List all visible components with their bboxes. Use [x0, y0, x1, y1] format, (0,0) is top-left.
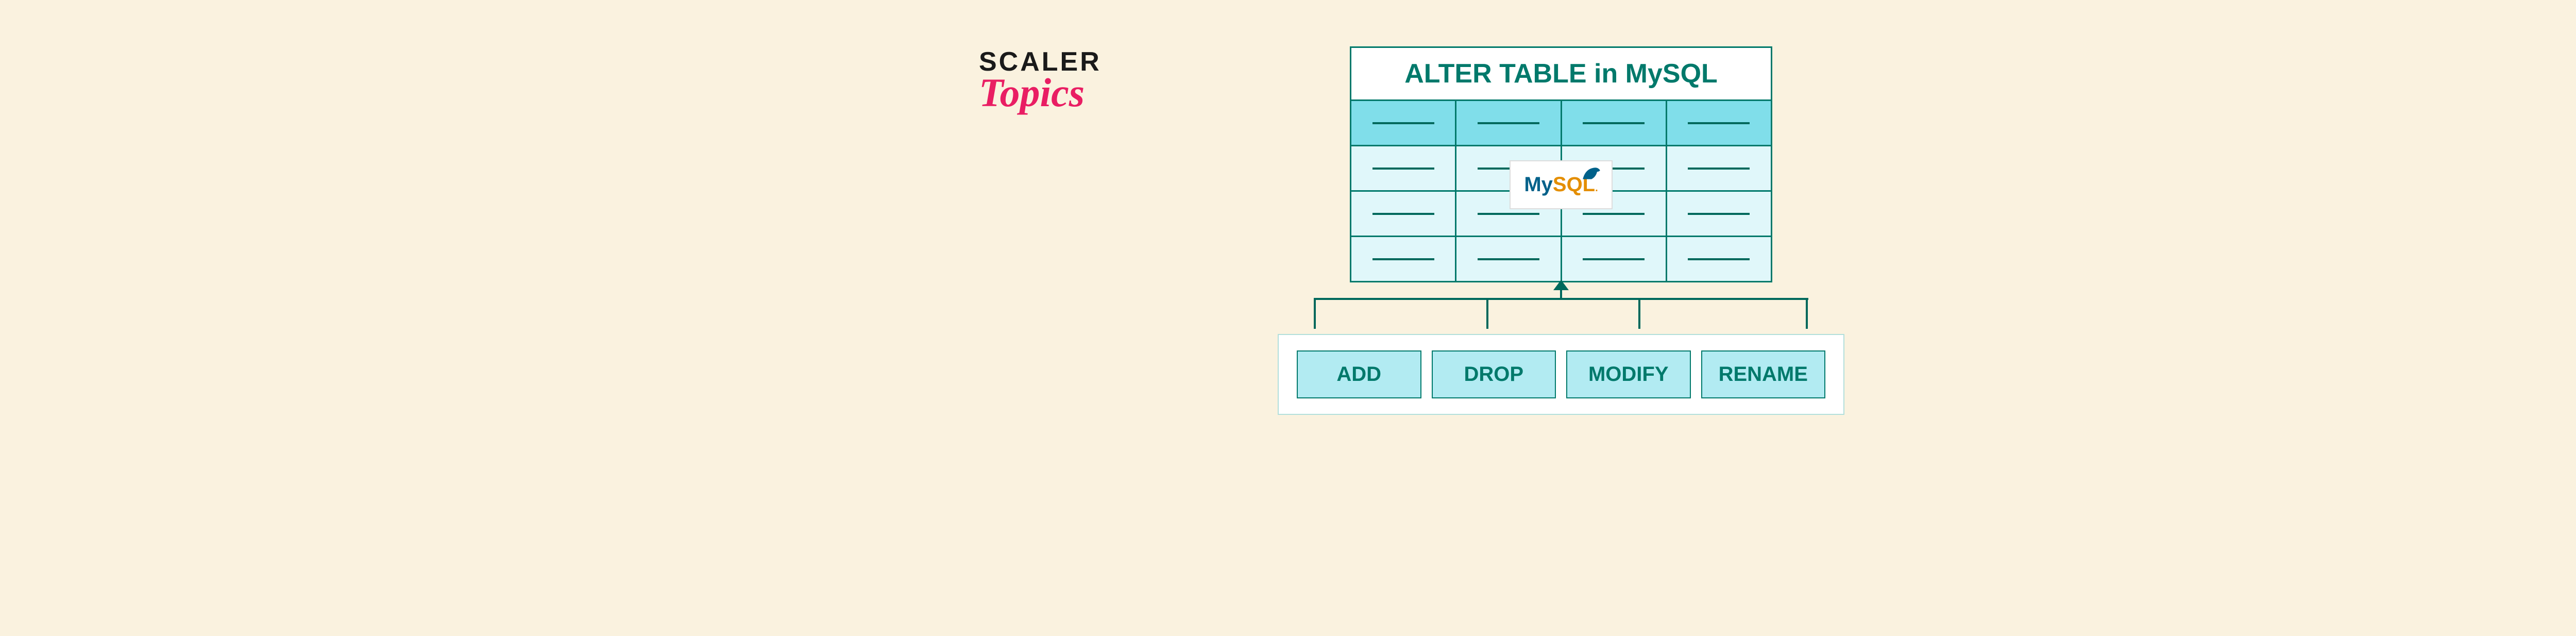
- body-cell: [1351, 146, 1456, 190]
- scaler-logo: SCALER Topics: [979, 46, 1101, 116]
- placeholder-line: [1688, 258, 1750, 260]
- connector-lines: [1278, 282, 1844, 334]
- operation-add: ADD: [1297, 350, 1421, 398]
- operations-container: ADD DROP MODIFY RENAME: [1278, 334, 1844, 415]
- placeholder-line: [1478, 213, 1539, 215]
- diagram-title: ALTER TABLE in MySQL: [1404, 59, 1718, 89]
- operation-drop: DROP: [1432, 350, 1556, 398]
- placeholder-line: [1372, 122, 1434, 124]
- placeholder-line: [1688, 213, 1750, 215]
- mysql-logo-badge: MySQL.: [1510, 160, 1613, 209]
- body-cell: [1351, 237, 1456, 281]
- placeholder-line: [1583, 122, 1645, 124]
- mysql-my-text: My: [1524, 173, 1553, 196]
- connector-drop: [1314, 298, 1316, 329]
- placeholder-line: [1478, 122, 1539, 124]
- connector-drop: [1486, 298, 1488, 329]
- header-cell: [1562, 101, 1667, 145]
- connector-drop: [1806, 298, 1808, 329]
- alter-table-diagram: ALTER TABLE in MySQL: [1252, 46, 1870, 415]
- table-header-row: [1351, 101, 1771, 145]
- body-cell: [1456, 237, 1562, 281]
- mysql-dot: .: [1595, 182, 1598, 194]
- dolphin-icon: [1581, 163, 1602, 182]
- placeholder-line: [1583, 258, 1645, 260]
- body-cell: [1667, 146, 1771, 190]
- connector-stem: [1560, 282, 1562, 298]
- logo-text-topics: Topics: [979, 70, 1101, 116]
- connector-drop: [1638, 298, 1640, 329]
- connector-horizontal: [1314, 298, 1808, 300]
- table-illustration: MySQL.: [1350, 101, 1772, 282]
- table-row: [1351, 236, 1771, 281]
- body-cell: [1667, 192, 1771, 236]
- diagram-title-box: ALTER TABLE in MySQL: [1350, 46, 1772, 101]
- header-cell: [1667, 101, 1771, 145]
- placeholder-line: [1372, 168, 1434, 170]
- body-cell: [1562, 237, 1667, 281]
- body-cell: [1667, 237, 1771, 281]
- placeholder-line: [1688, 122, 1750, 124]
- header-cell: [1456, 101, 1562, 145]
- placeholder-line: [1372, 213, 1434, 215]
- placeholder-line: [1478, 258, 1539, 260]
- header-cell: [1351, 101, 1456, 145]
- placeholder-line: [1372, 258, 1434, 260]
- body-cell: [1351, 192, 1456, 236]
- placeholder-line: [1583, 213, 1645, 215]
- operation-rename: RENAME: [1701, 350, 1826, 398]
- operation-modify: MODIFY: [1566, 350, 1691, 398]
- placeholder-line: [1688, 168, 1750, 170]
